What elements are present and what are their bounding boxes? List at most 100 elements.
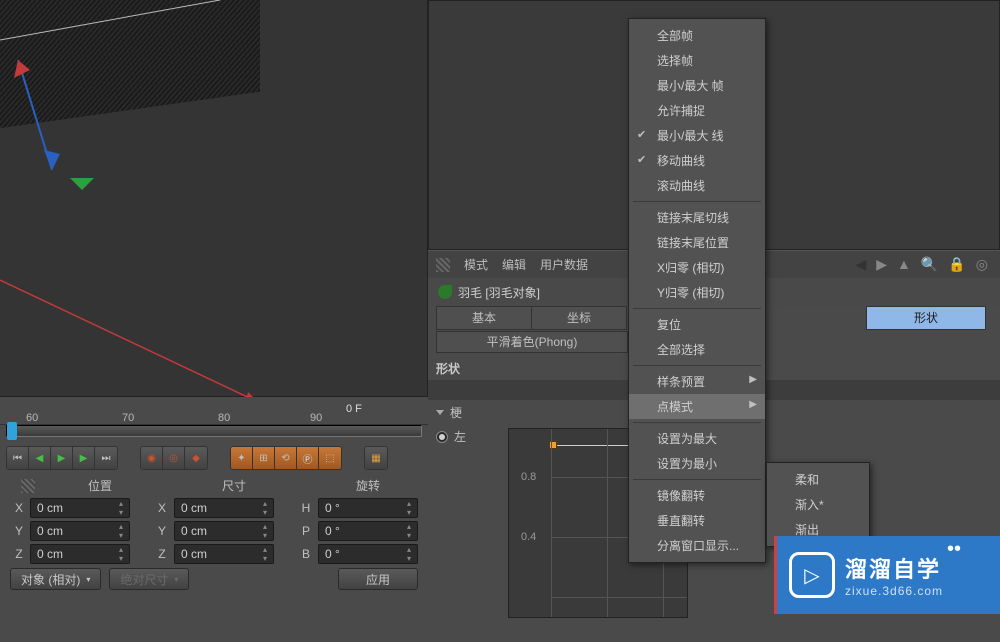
- section-shape-label: 形状: [436, 360, 460, 377]
- submenu-ease-in[interactable]: 渐入*: [767, 492, 869, 517]
- viewport-3d[interactable]: [0, 0, 428, 397]
- search-icon[interactable]: 🔍: [921, 256, 938, 273]
- context-menu[interactable]: 全部帧 选择帧 最小/最大 帧 允许捕捉 ✔最小/最大 线 ✔移动曲线 滚动曲线…: [628, 18, 766, 563]
- menu-point-mode[interactable]: 点模式▶: [629, 394, 765, 419]
- pos-x-input[interactable]: 0 cm▴▾: [30, 498, 130, 518]
- pos-z-input[interactable]: 0 cm▴▾: [30, 544, 130, 564]
- graph-ytick: 0.8: [521, 471, 536, 483]
- object-space-dropdown[interactable]: 对象 (相对)▾: [10, 568, 101, 590]
- param-gan-label: 梗: [450, 404, 462, 421]
- watermark-title: 溜溜自学: [845, 552, 943, 584]
- key-param-button[interactable]: Ⓟ: [297, 447, 319, 469]
- goto-end-button[interactable]: ⏭: [95, 447, 117, 469]
- param-gan-row[interactable]: 梗: [436, 404, 462, 421]
- watermark-dots-icon: ••: [947, 538, 961, 561]
- menu-separator: [633, 479, 761, 480]
- axis-label: B: [296, 547, 316, 561]
- menu-separator: [633, 308, 761, 309]
- header-position: 位置: [50, 477, 150, 494]
- goto-start-button[interactable]: ⏮: [7, 447, 29, 469]
- rot-h-input[interactable]: 0 °▴▾: [318, 498, 418, 518]
- menu-xzero[interactable]: X归零 (相切): [629, 255, 765, 280]
- axis-label: Y: [10, 524, 28, 538]
- playback-toolbar: ⏮ ◀ ▶ ▶ ⏭ ◉ ◎ ◆ ✦ ⊞ ⟲ Ⓟ ⬚ ▦: [0, 443, 428, 473]
- timeline-ruler[interactable]: 60 70 80 90 0 F: [0, 397, 428, 425]
- key-rot-button[interactable]: ⟲: [275, 447, 297, 469]
- context-submenu[interactable]: 柔和 渐入* 渐出: [766, 462, 870, 547]
- menu-mirror-h[interactable]: 镜像翻转: [629, 483, 765, 508]
- timeline-cursor[interactable]: [7, 422, 17, 440]
- nav-up-icon[interactable]: ▲: [897, 256, 911, 272]
- menu-allow-snap[interactable]: 允许捕捉: [629, 98, 765, 123]
- record-button[interactable]: ◉: [141, 447, 163, 469]
- menu-minmax-frame[interactable]: 最小/最大 帧: [629, 73, 765, 98]
- prev-frame-button[interactable]: ◀: [29, 447, 51, 469]
- menu-select-all[interactable]: 全部选择: [629, 337, 765, 362]
- menu-link-tail-position[interactable]: 链接末尾位置: [629, 230, 765, 255]
- menu-set-min[interactable]: 设置为最小: [629, 451, 765, 476]
- tab-shape[interactable]: 形状: [866, 306, 986, 330]
- menu-yzero[interactable]: Y归零 (相切): [629, 280, 765, 305]
- mesh-object: [0, 0, 260, 128]
- menu-minmax-line[interactable]: ✔最小/最大 线: [629, 123, 765, 148]
- tab-phong[interactable]: 平滑着色(Phong): [436, 331, 628, 353]
- menu-link-tail-tangent[interactable]: 链接末尾切线: [629, 205, 765, 230]
- keyframe-button[interactable]: ◆: [185, 447, 207, 469]
- menu-userdata[interactable]: 用户数据: [540, 256, 588, 273]
- menu-separator: [633, 365, 761, 366]
- coordinates-panel: 位置 尺寸 旋转 X 0 cm▴▾ X 0 cm▴▾ H 0 °▴▾ Y 0 c…: [0, 473, 428, 594]
- object-title: 羽毛 [羽毛对象]: [458, 284, 540, 301]
- key-pos-button[interactable]: ✦: [231, 447, 253, 469]
- lock-icon[interactable]: 🔒: [948, 256, 965, 273]
- size-x-input[interactable]: 0 cm▴▾: [174, 498, 274, 518]
- menu-mode[interactable]: 模式: [464, 256, 488, 273]
- key-pla-button[interactable]: ⬚: [319, 447, 341, 469]
- side-radio-group: 左: [436, 428, 466, 445]
- feather-icon: [438, 285, 452, 299]
- expand-icon: [436, 410, 444, 415]
- radio-left-label: 左: [454, 428, 466, 445]
- header-rotation: 旋转: [318, 477, 418, 494]
- submenu-arrow-icon: ▶: [749, 399, 757, 410]
- menu-spline-preset[interactable]: 样条预置▶: [629, 369, 765, 394]
- autokey-button[interactable]: ◎: [163, 447, 185, 469]
- nav-fwd-icon[interactable]: ▶: [876, 256, 887, 273]
- menu-all-frames[interactable]: 全部帧: [629, 23, 765, 48]
- target-icon[interactable]: ◎: [976, 256, 988, 273]
- size-z-input[interactable]: 0 cm▴▾: [174, 544, 274, 564]
- play-button[interactable]: ▶: [51, 447, 73, 469]
- menu-reset[interactable]: 复位: [629, 312, 765, 337]
- menu-edit[interactable]: 编辑: [502, 256, 526, 273]
- menu-move-curve[interactable]: ✔移动曲线: [629, 148, 765, 173]
- nav-back-icon[interactable]: ◀: [855, 256, 866, 273]
- ruler-tick: 90: [310, 412, 322, 424]
- submenu-soft[interactable]: 柔和: [767, 467, 869, 492]
- tab-coord[interactable]: 坐标: [531, 306, 627, 330]
- axis-label: Y: [152, 524, 172, 538]
- submenu-arrow-icon: ▶: [749, 374, 757, 385]
- rot-b-input[interactable]: 0 °▴▾: [318, 544, 418, 564]
- next-frame-button[interactable]: ▶: [73, 447, 95, 469]
- rot-p-input[interactable]: 0 °▴▾: [318, 521, 418, 541]
- absolute-size-dropdown[interactable]: 绝对尺寸▾: [109, 568, 189, 590]
- hatch-icon: [21, 479, 35, 493]
- menu-mirror-v[interactable]: 垂直翻转: [629, 508, 765, 533]
- header-size: 尺寸: [184, 477, 284, 494]
- menu-scroll-curve[interactable]: 滚动曲线: [629, 173, 765, 198]
- menu-set-max[interactable]: 设置为最大: [629, 426, 765, 451]
- timeline-panel: 60 70 80 90 0 F ⏮ ◀ ▶ ▶ ⏭ ◉ ◎ ◆ ✦ ⊞ ⟲ Ⓟ …: [0, 397, 428, 640]
- axis-label: H: [296, 501, 316, 515]
- pos-y-input[interactable]: 0 cm▴▾: [30, 521, 130, 541]
- key-scale-button[interactable]: ⊞: [253, 447, 275, 469]
- menu-split-window[interactable]: 分离窗口显示...: [629, 533, 765, 558]
- axis-label: X: [152, 501, 172, 515]
- size-y-input[interactable]: 0 cm▴▾: [174, 521, 274, 541]
- render-button[interactable]: ▦: [365, 447, 387, 469]
- apply-button[interactable]: 应用: [338, 568, 418, 590]
- radio-left[interactable]: [436, 431, 448, 443]
- menu-select-frames[interactable]: 选择帧: [629, 48, 765, 73]
- timeline-scrollbar[interactable]: [6, 425, 422, 437]
- tab-basic[interactable]: 基本: [436, 306, 532, 330]
- check-icon: ✔: [637, 128, 646, 141]
- ruler-tick: 70: [122, 412, 134, 424]
